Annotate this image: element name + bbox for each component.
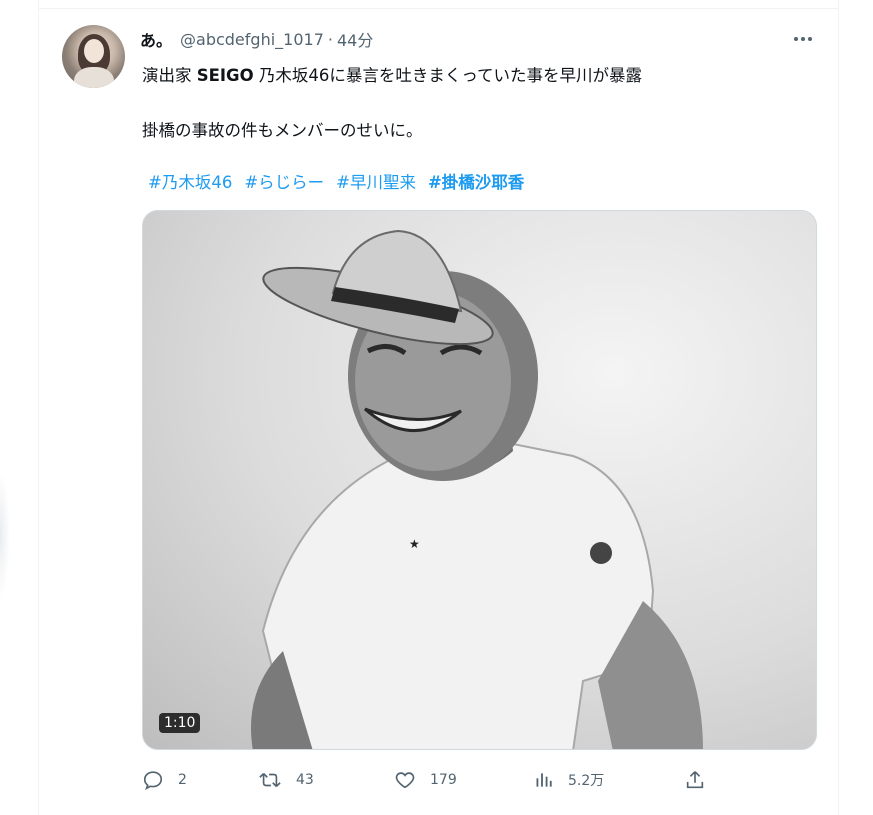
- separator: ·: [327, 29, 333, 49]
- text-prefix: 演出家: [142, 66, 197, 85]
- views-button[interactable]: 5.2万: [534, 764, 604, 796]
- action-bar: 2 43 179 5.2万: [142, 764, 817, 796]
- hashtag-rajira[interactable]: #らじらー: [244, 169, 324, 193]
- hashtag-kakehashi[interactable]: #掛橋沙耶香: [428, 169, 524, 193]
- avatar-body: [74, 67, 114, 88]
- retweet-count: 43: [296, 772, 314, 788]
- share-icon: [686, 771, 704, 789]
- hashtag-hayakawa[interactable]: #早川聖来: [336, 169, 416, 193]
- video-player[interactable]: ★ 1:10: [142, 210, 817, 750]
- reply-icon: [143, 771, 163, 790]
- tweet-header: あ。 @abcdefghi_1017 · 44分: [140, 27, 373, 51]
- avatar-face: [84, 39, 104, 63]
- view-count: 5.2万: [568, 773, 605, 789]
- retweet-icon: [259, 772, 281, 788]
- text-rest: 乃木坂46に暴言を吐きまくっていた事を早川が暴露: [253, 66, 643, 85]
- edge-shadow: [0, 470, 10, 600]
- tweet-text-line2: 掛橋の事故の件もメンバーのせいに。: [142, 121, 423, 140]
- handle[interactable]: @abcdefghi_1017: [180, 30, 324, 49]
- like-count: 179: [430, 772, 457, 788]
- text-bold: SEIGO: [196, 66, 254, 85]
- heart-icon: [395, 772, 415, 789]
- reply-count: 2: [178, 772, 187, 788]
- more-button[interactable]: [790, 28, 816, 50]
- tweet-text-line1: 演出家 SEIGO 乃木坂46に暴言を吐きまくっていた事を早川が暴露: [142, 62, 642, 86]
- reply-button[interactable]: 2: [142, 764, 187, 796]
- share-button[interactable]: [684, 764, 706, 796]
- retweet-button[interactable]: 43: [258, 764, 314, 796]
- video-thumbnail: ★: [251, 229, 703, 749]
- display-name[interactable]: あ。: [140, 27, 172, 51]
- views-icon: [536, 773, 552, 787]
- video-duration-badge: 1:10: [159, 713, 201, 733]
- like-button[interactable]: 179: [394, 764, 457, 796]
- more-icon: [793, 37, 814, 41]
- hashtag-nogizaka[interactable]: #乃木坂46: [148, 169, 232, 193]
- hashtag-list: #乃木坂46 #らじらー #早川聖来 #掛橋沙耶香: [148, 169, 524, 193]
- avatar[interactable]: [62, 25, 125, 88]
- svg-text:★: ★: [409, 537, 420, 551]
- timestamp[interactable]: 44分: [337, 27, 373, 51]
